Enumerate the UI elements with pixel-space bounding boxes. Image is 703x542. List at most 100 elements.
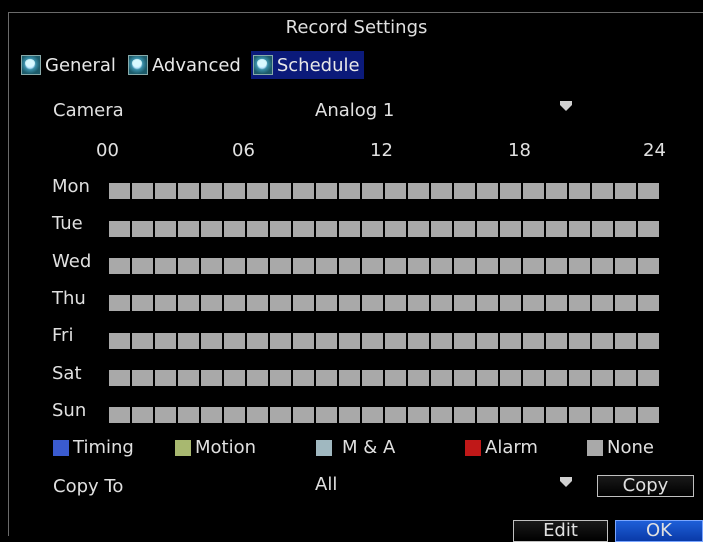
schedule-cell[interactable] [477,221,498,237]
schedule-cell[interactable] [316,295,337,311]
schedule-cell[interactable] [500,295,521,311]
schedule-cell[interactable] [109,370,130,386]
schedule-cell[interactable] [155,295,176,311]
schedule-cell[interactable] [477,370,498,386]
ok-button[interactable]: OK [615,520,703,542]
schedule-cell[interactable] [362,183,383,199]
schedule-cell[interactable] [109,183,130,199]
schedule-cell[interactable] [293,333,314,349]
schedule-cell[interactable] [385,333,406,349]
schedule-cell[interactable] [316,333,337,349]
schedule-cell[interactable] [615,183,636,199]
schedule-cell[interactable] [178,258,199,274]
schedule-cell[interactable] [224,221,245,237]
legend-alarm[interactable]: Alarm [465,437,538,458]
schedule-cell[interactable] [477,333,498,349]
schedule-cell[interactable] [546,407,567,423]
copy-to-dropdown-arrow-icon[interactable] [560,477,572,487]
schedule-cell[interactable] [109,295,130,311]
schedule-cell[interactable] [132,407,153,423]
schedule-cell[interactable] [500,183,521,199]
schedule-cell[interactable] [569,295,590,311]
schedule-cell[interactable] [247,183,268,199]
schedule-cell[interactable] [293,258,314,274]
schedule-cell[interactable] [178,407,199,423]
schedule-cell[interactable] [546,333,567,349]
legend-timing[interactable]: Timing [53,437,134,458]
schedule-cell[interactable] [362,407,383,423]
schedule-cell[interactable] [270,183,291,199]
schedule-cell[interactable] [546,370,567,386]
schedule-cell[interactable] [247,370,268,386]
schedule-cell[interactable] [638,333,659,349]
schedule-cell[interactable] [109,221,130,237]
schedule-cell[interactable] [385,370,406,386]
schedule-cell[interactable] [523,183,544,199]
schedule-cell[interactable] [523,333,544,349]
schedule-cell[interactable] [569,407,590,423]
schedule-cell[interactable] [523,221,544,237]
schedule-cell[interactable] [132,333,153,349]
schedule-cell[interactable] [523,370,544,386]
schedule-cell[interactable] [454,295,475,311]
schedule-cell[interactable] [247,221,268,237]
schedule-cell[interactable] [316,407,337,423]
schedule-cell[interactable] [408,295,429,311]
schedule-cell[interactable] [408,407,429,423]
schedule-cell[interactable] [132,370,153,386]
schedule-cell[interactable] [270,258,291,274]
schedule-cell[interactable] [523,407,544,423]
schedule-cell[interactable] [454,221,475,237]
schedule-cell[interactable] [592,370,613,386]
schedule-cell[interactable] [385,295,406,311]
schedule-cell[interactable] [500,407,521,423]
schedule-cell[interactable] [385,407,406,423]
schedule-cell[interactable] [155,221,176,237]
schedule-cell[interactable] [270,407,291,423]
schedule-cell[interactable] [615,407,636,423]
schedule-cell[interactable] [454,183,475,199]
schedule-cell[interactable] [339,370,360,386]
schedule-cell[interactable] [293,295,314,311]
schedule-cell[interactable] [155,333,176,349]
camera-dropdown-arrow-icon[interactable] [560,101,572,111]
schedule-cell[interactable] [178,221,199,237]
schedule-cell[interactable] [477,407,498,423]
schedule-cell[interactable] [339,221,360,237]
legend-motion-and-alarm[interactable]: M & A [316,437,395,458]
schedule-cell[interactable] [247,258,268,274]
schedule-cell[interactable] [339,183,360,199]
schedule-cell[interactable] [132,258,153,274]
schedule-cell[interactable] [408,333,429,349]
schedule-cell[interactable] [155,407,176,423]
edit-button[interactable]: Edit [513,520,608,542]
schedule-cell[interactable] [132,183,153,199]
schedule-cell[interactable] [638,183,659,199]
schedule-cell[interactable] [454,333,475,349]
schedule-cell[interactable] [339,407,360,423]
schedule-cell[interactable] [431,258,452,274]
schedule-cell[interactable] [201,295,222,311]
schedule-cell[interactable] [224,333,245,349]
schedule-cell[interactable] [316,221,337,237]
tab-general[interactable]: General [19,51,120,79]
schedule-cell[interactable] [638,407,659,423]
schedule-cell[interactable] [431,370,452,386]
schedule-cell[interactable] [224,295,245,311]
schedule-cell[interactable] [316,258,337,274]
schedule-cell[interactable] [270,370,291,386]
schedule-cell[interactable] [362,370,383,386]
schedule-cell[interactable] [592,258,613,274]
schedule-cell[interactable] [270,221,291,237]
schedule-cell[interactable] [362,258,383,274]
schedule-cell[interactable] [247,333,268,349]
schedule-cell[interactable] [454,258,475,274]
schedule-cell[interactable] [132,295,153,311]
schedule-cell[interactable] [477,258,498,274]
schedule-cell[interactable] [569,258,590,274]
schedule-cell[interactable] [615,295,636,311]
schedule-cell[interactable] [316,370,337,386]
schedule-cell[interactable] [408,258,429,274]
schedule-cell[interactable] [569,183,590,199]
schedule-cell[interactable] [523,295,544,311]
